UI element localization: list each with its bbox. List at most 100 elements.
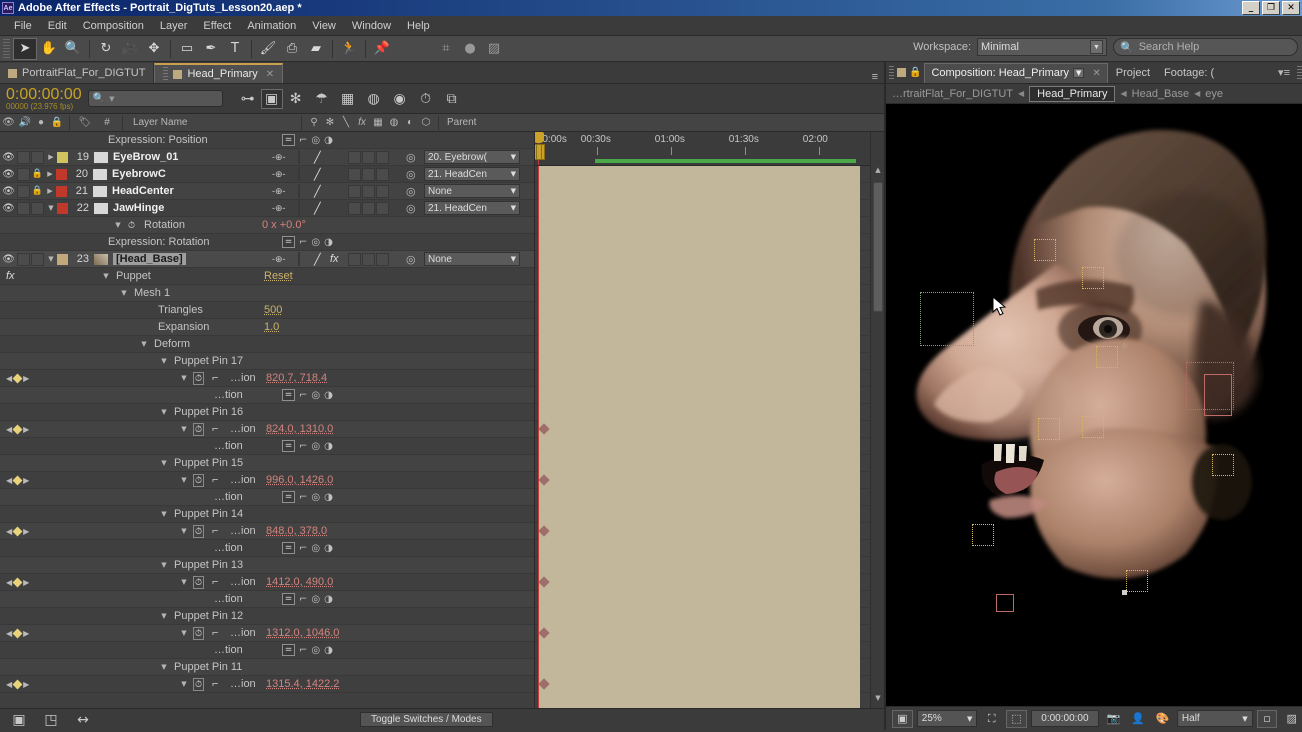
always-preview-icon[interactable]: ▣: [892, 710, 913, 728]
chevron-down-icon[interactable]: ▼: [1073, 68, 1084, 78]
property-group-row[interactable]: ▼ Puppet Pin 16: [0, 404, 534, 421]
property-value[interactable]: 500: [264, 304, 282, 316]
comp-flowchart-icon[interactable]: ▣: [6, 708, 32, 732]
audio-toggle[interactable]: [17, 168, 30, 181]
col-lock-icon[interactable]: 🔒: [49, 114, 65, 131]
next-keyframe-icon[interactable]: ▶: [23, 578, 29, 587]
comp-tab-project[interactable]: Project: [1110, 63, 1156, 83]
next-keyframe-icon[interactable]: ▶: [23, 374, 29, 383]
camera-tool[interactable]: 🎥: [118, 38, 142, 60]
transparency-grid-icon[interactable]: ▨: [1281, 710, 1302, 728]
expression-language-icon[interactable]: ◑: [324, 594, 333, 605]
puppet-pin-expression-row[interactable]: …tion = ⌐ ◎ ◑: [0, 438, 534, 455]
parent-pickwhip-icon[interactable]: ◎: [406, 151, 416, 164]
expression-enable-icon[interactable]: =: [282, 440, 295, 452]
parent-pickwhip-icon[interactable]: ◎: [406, 185, 416, 198]
layer-name[interactable]: EyebrowC: [112, 168, 166, 180]
motion-blur-icon[interactable]: ☂: [309, 87, 335, 111]
expand-triangle-icon[interactable]: ▼: [45, 255, 57, 263]
keyframe-diamond-icon[interactable]: [13, 526, 23, 536]
quality-icon[interactable]: ╱: [314, 253, 321, 266]
panel-menu-icon[interactable]: ▾≡: [1278, 66, 1294, 79]
menu-file[interactable]: File: [6, 18, 40, 34]
show-snapshot-icon[interactable]: 👤: [1128, 710, 1149, 728]
region-of-interest-icon[interactable]: ⛶: [981, 710, 1002, 728]
pickwhip-icon[interactable]: ◎: [311, 543, 320, 554]
workspace-dropdown[interactable]: Minimal ▼: [977, 38, 1107, 56]
keyframe-diamond-icon[interactable]: [13, 424, 23, 434]
puppet-pin-box[interactable]: [1034, 239, 1056, 261]
comp-handle[interactable]: [1122, 590, 1127, 595]
menu-window[interactable]: Window: [344, 18, 399, 34]
puppet-pin-box-active[interactable]: [996, 594, 1014, 612]
graph-icon[interactable]: ⌐: [212, 372, 218, 384]
work-area-bar[interactable]: [595, 159, 856, 163]
menu-composition[interactable]: Composition: [75, 18, 152, 34]
selection-tool[interactable]: ➤: [13, 38, 37, 60]
graph-scroll-thumb[interactable]: [873, 182, 883, 312]
shy-icon[interactable]: -⊕-: [272, 169, 286, 180]
clone-stamp-tool[interactable]: ⎙: [280, 38, 304, 60]
expression-enable-icon[interactable]: =: [282, 593, 295, 605]
graph-icon[interactable]: ⌐: [299, 543, 307, 554]
puppet-pin-box[interactable]: [1082, 416, 1104, 438]
layer-bounding-box[interactable]: [1204, 374, 1232, 416]
hide-shy-layers-icon[interactable]: ✻: [283, 87, 309, 111]
puppet-pin-position-row[interactable]: ◀ ▶ ▼ ⏱ ⌐ …ion 1315.4, 1422.2: [0, 676, 534, 693]
col-label-icon[interactable]: 🏷: [74, 114, 96, 131]
audio-toggle[interactable]: [17, 185, 30, 198]
layer-row[interactable]: 👁 ▼ 22 JawHinge -⊕- ╱ ◎ 21. HeadCen ▼: [0, 200, 534, 217]
pickwhip-icon[interactable]: ◎: [311, 492, 320, 503]
col-audio-icon[interactable]: 🔊: [17, 114, 33, 131]
shy-icon[interactable]: -⊕-: [272, 152, 286, 163]
lock-icon[interactable]: 🔒: [31, 185, 44, 198]
puppet-pin-tool[interactable]: 📌: [370, 38, 394, 60]
expand-triangle-icon[interactable]: ▼: [178, 527, 190, 535]
layer-duration-bar-row[interactable]: [535, 285, 870, 302]
expand-triangle-icon[interactable]: ▼: [100, 272, 112, 280]
roto-brush-tool[interactable]: 🏃: [337, 38, 361, 60]
audio-toggle[interactable]: [17, 151, 30, 164]
current-timecode[interactable]: 0:00:00:00 00000 (23.976 fps): [6, 87, 82, 111]
layer-switch[interactable]: [376, 253, 389, 266]
pin-position-value[interactable]: 996.0, 1426.0: [266, 474, 333, 486]
graph-icon[interactable]: ⌐: [212, 423, 218, 435]
quality-icon[interactable]: ╱: [314, 185, 321, 198]
col-solo-icon[interactable]: ●: [33, 114, 49, 131]
sub-property-row[interactable]: Expansion 1.0: [0, 319, 534, 336]
graph-icon[interactable]: ⌐: [212, 678, 218, 690]
breadcrumb-item[interactable]: eye: [1205, 88, 1223, 100]
col-number-header[interactable]: #: [96, 114, 118, 131]
layer-switch[interactable]: [348, 253, 361, 266]
comp-panel-grip-right[interactable]: [1297, 66, 1302, 80]
parent-dropdown[interactable]: 21. HeadCen ▼: [424, 167, 520, 181]
puppet-pin-position-row[interactable]: ◀ ▶ ▼ ⏱ ⌐ …ion 848.0, 378.0: [0, 523, 534, 540]
puppet-pin-box[interactable]: [1082, 267, 1104, 289]
pin-position-value[interactable]: 1312.0, 1046.0: [266, 627, 339, 639]
expression-header-row[interactable]: Expression: Position = ⌐ ◎ ◑: [0, 132, 534, 149]
expression-enable-icon[interactable]: =: [282, 134, 295, 146]
puppet-pin-expression-row[interactable]: …tion = ⌐ ◎ ◑: [0, 489, 534, 506]
channels-icon[interactable]: 🎨: [1152, 710, 1173, 728]
lock-toggle[interactable]: [31, 253, 44, 266]
auto-keyframe-icon[interactable]: ◉: [387, 87, 413, 111]
brainstorm-icon[interactable]: ◍: [361, 87, 387, 111]
graph-icon[interactable]: ⌐: [299, 492, 307, 503]
property-group-row[interactable]: ▼ Puppet Pin 11: [0, 659, 534, 676]
expression-language-icon[interactable]: ◑: [324, 135, 333, 146]
property-group-row[interactable]: ▼ Puppet Pin 13: [0, 557, 534, 574]
keyframe-diamond-icon[interactable]: [13, 577, 23, 587]
parent-dropdown[interactable]: 21. HeadCen ▼: [424, 201, 520, 215]
next-keyframe-icon[interactable]: ▶: [23, 680, 29, 689]
close-icon[interactable]: ✕: [1092, 68, 1100, 79]
layer-row[interactable]: 👁 ▶ 19 EyeBrow_01 -⊕- ╱ ◎ 20. Eyebrow( ▼: [0, 149, 534, 166]
timeline-tab-head-primary[interactable]: Head_Primary ✕: [154, 63, 283, 83]
stopwatch-icon[interactable]: ⏱: [193, 576, 204, 589]
comp-mini-flowchart-icon[interactable]: ◳: [38, 708, 64, 732]
puppet-pin-box[interactable]: [1096, 346, 1118, 368]
shy-icon[interactable]: -⊕-: [272, 203, 286, 214]
graph-icon[interactable]: ⌐: [212, 627, 218, 639]
layer-switch[interactable]: [348, 168, 361, 181]
puppet-pin-box[interactable]: [1212, 454, 1234, 476]
stopwatch-icon[interactable]: ⏱: [193, 474, 204, 487]
